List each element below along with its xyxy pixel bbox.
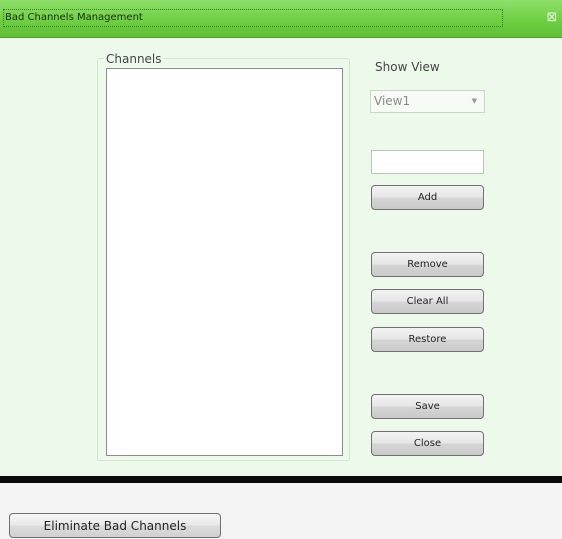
close-icon[interactable]: ⊠ — [542, 8, 562, 26]
window-title: Bad Channels Management — [3, 9, 503, 27]
restore-button[interactable]: Restore — [371, 327, 484, 352]
channels-label: Channels — [104, 52, 164, 66]
channel-name-input[interactable] — [371, 150, 484, 174]
show-view-label: Show View — [375, 60, 440, 74]
separator-bar — [0, 476, 562, 483]
remove-button[interactable]: Remove — [371, 252, 484, 277]
view-select-value: View1 — [374, 94, 411, 108]
close-button[interactable]: Close — [371, 431, 484, 456]
save-button[interactable]: Save — [371, 394, 484, 419]
eliminate-bad-channels-button[interactable]: Eliminate Bad Channels — [9, 513, 221, 538]
channels-list[interactable] — [106, 68, 343, 456]
view-select[interactable]: View1 ▼ — [370, 90, 485, 113]
chevron-down-icon: ▼ — [471, 97, 477, 105]
add-button[interactable]: Add — [371, 185, 484, 210]
title-bar: Bad Channels Management ⊠ — [0, 0, 562, 38]
bad-channels-window: Bad Channels Management ⊠ Channels Show … — [0, 0, 562, 476]
clear-all-button[interactable]: Clear All — [371, 289, 484, 314]
